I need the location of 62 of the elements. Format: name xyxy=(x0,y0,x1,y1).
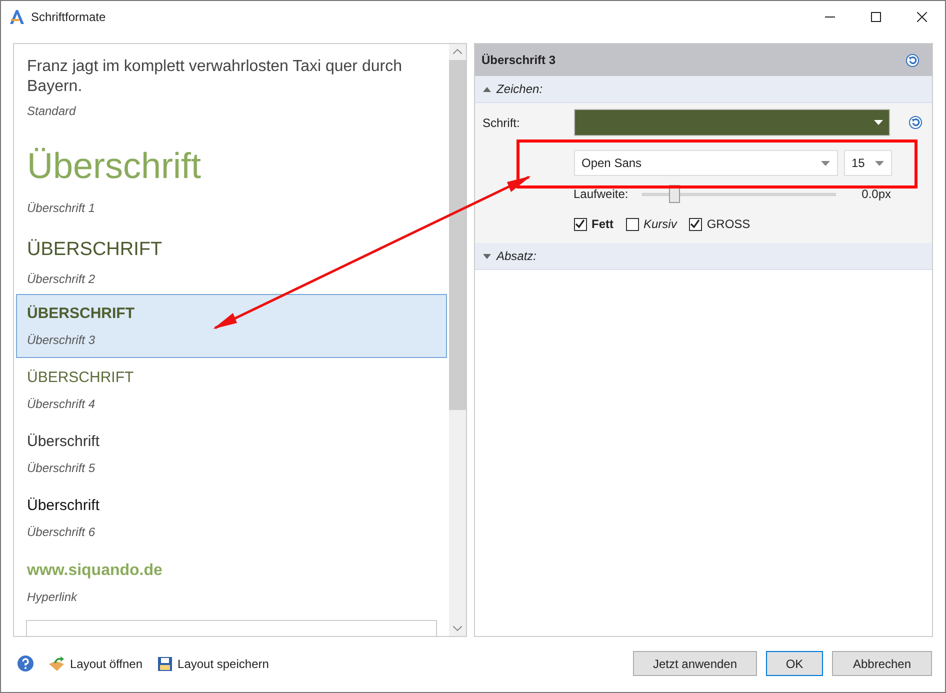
app-logo-icon xyxy=(9,9,25,25)
spacing-label: Laufweite: xyxy=(574,186,630,203)
help-icon[interactable] xyxy=(17,655,34,672)
section-header[interactable]: Absatz: xyxy=(474,243,932,270)
checkbox[interactable] xyxy=(574,218,586,230)
open-layout-button[interactable]: Layout öffnen xyxy=(48,654,143,672)
save-layout-button[interactable]: Layout speichern xyxy=(156,654,269,672)
style-item[interactable]: Überschrift Überschrift 1 xyxy=(16,132,446,230)
dialog-button[interactable]: Jetzt anwenden xyxy=(633,651,757,676)
style-sample: Franz jagt im komplett verwahrlosten Taxi quer durch Bayern. xyxy=(27,56,403,96)
window-title: Schriftformate xyxy=(31,9,106,26)
collapse-arrow-icon xyxy=(482,86,490,92)
scrollbar-thumb[interactable] xyxy=(448,60,466,410)
folder-arrow-icon xyxy=(48,656,65,672)
style-sample: ÜBERSCHRIFT xyxy=(27,238,164,262)
scroll-up-icon[interactable] xyxy=(452,49,462,54)
style-item[interactable]: Überschrift Überschrift 5 xyxy=(16,422,446,486)
style-caption: Überschrift 1 xyxy=(27,200,96,217)
expand-arrow-icon xyxy=(482,254,490,258)
close-icon xyxy=(917,12,927,22)
scroll-down-icon[interactable] xyxy=(452,626,462,631)
style-sample: Überschrift xyxy=(27,145,202,187)
spacing-value: 0.0px xyxy=(862,186,891,203)
style-caption: Überschrift 3 xyxy=(27,332,96,349)
option-label: Kursiv xyxy=(644,216,677,233)
font-dropdown[interactable]: Open Sans xyxy=(574,150,838,176)
style-item[interactable]: www.siquando.de Hyperlink xyxy=(16,550,446,614)
spacing-slider[interactable] xyxy=(642,185,836,203)
option-label: GROSS xyxy=(706,216,750,233)
style-item[interactable]: ÜBERSCHRIFT Überschrift 4 xyxy=(16,358,446,422)
dropdown-arrow-icon xyxy=(874,120,882,125)
style-caption: Überschrift 2 xyxy=(27,270,96,288)
style-caption: Überschrift 6 xyxy=(27,524,96,541)
checkbox[interactable] xyxy=(626,218,638,230)
style-sample: ÜBERSCHRIFT xyxy=(27,368,135,388)
option-label: Fett xyxy=(592,216,614,233)
section-header[interactable]: Zeichen: xyxy=(474,76,932,103)
style-sample: Überschrift xyxy=(27,496,101,516)
style-sample: Überschrift xyxy=(27,432,101,452)
style-caption: Standard xyxy=(27,102,77,120)
font-label: Schrift: xyxy=(482,114,521,132)
maximize-icon xyxy=(871,12,881,22)
color-dropdown[interactable] xyxy=(574,109,890,136)
style-sample: ÜBERSCHRIFT xyxy=(27,304,136,324)
editor-title: Überschrift 3 xyxy=(482,52,556,69)
reset-icon[interactable] xyxy=(906,54,919,66)
checkbox[interactable] xyxy=(688,218,702,230)
dropdown-arrow-icon xyxy=(874,160,884,166)
dialog-button[interactable]: OK xyxy=(766,651,823,676)
dialog-button[interactable]: Abbrechen xyxy=(832,651,932,676)
style-item[interactable]: Franz jagt im komplett verwahrlosten Taxi quer durch Bayern. Standard xyxy=(16,44,446,132)
scrollbar[interactable] xyxy=(448,44,466,636)
style-item[interactable]: Überschrift Überschrift 6 xyxy=(16,486,446,550)
style-caption: Überschrift 4 xyxy=(27,396,96,413)
style-sample: www.siquando.de xyxy=(27,560,164,580)
style-item[interactable]: ÜBERSCHRIFT Überschrift 2 xyxy=(16,230,446,294)
style-item[interactable]: ÜBERSCHRIFT Überschrift 3 xyxy=(16,294,446,358)
style-caption: Hyperlink xyxy=(27,588,78,606)
dropdown-arrow-icon xyxy=(820,160,830,166)
style-caption: Überschrift 5 xyxy=(27,460,96,477)
size-dropdown[interactable]: 15 xyxy=(844,150,892,176)
reset-icon[interactable] xyxy=(908,116,922,129)
